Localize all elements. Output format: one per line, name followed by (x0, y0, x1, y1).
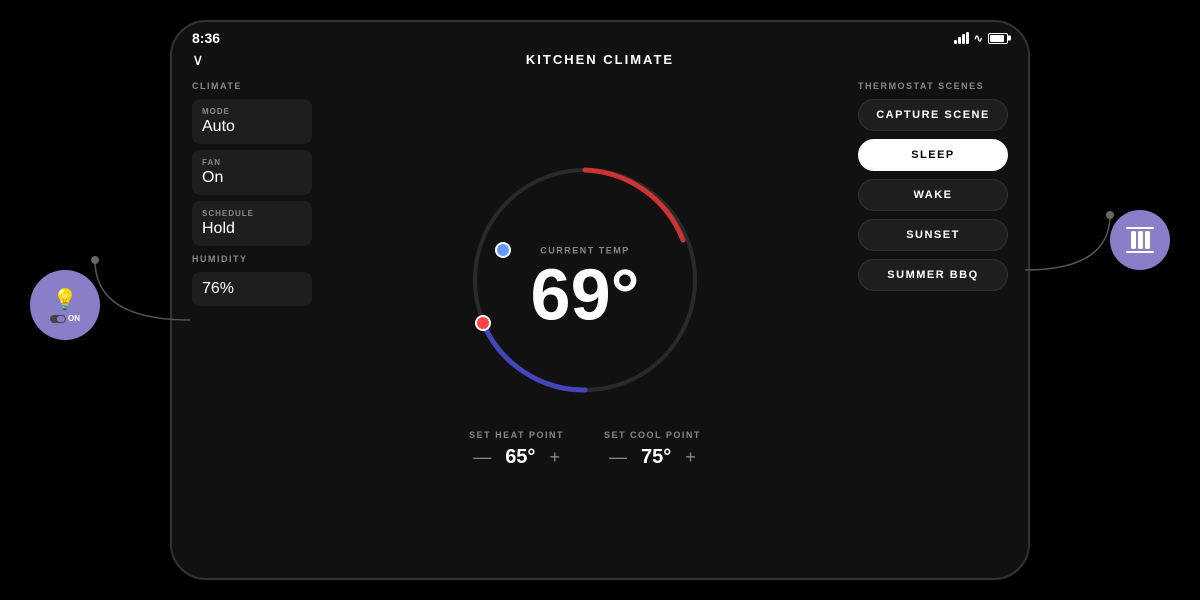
heat-increase-btn[interactable]: + (549, 447, 560, 468)
humidity-section-label: HUMIDITY (192, 254, 312, 264)
cool-decrease-btn[interactable]: — (609, 447, 627, 468)
tablet-frame: 8:36 ∿ ∨ KITCHEN CLIMATE CLIMATE (170, 20, 1030, 580)
sunset-scene-btn[interactable]: SUNSET (858, 219, 1008, 251)
heat-point: SET HEAT POINT — 65° + (469, 430, 564, 469)
cool-point: SET COOL POINT — 75° + (604, 430, 701, 469)
radiator-bubble[interactable] (1110, 210, 1170, 270)
mode-card[interactable]: MODE Auto (192, 99, 312, 144)
battery-icon (988, 33, 1008, 44)
humidity-card: 76% (192, 272, 312, 306)
fan-card[interactable]: FAN On (192, 150, 312, 195)
heat-decrease-btn[interactable]: — (473, 447, 491, 468)
sleep-scene-btn[interactable]: SLEEP (858, 139, 1008, 171)
scenes-section-label: THERMOSTAT SCENES (858, 81, 1008, 91)
cool-point-label: SET COOL POINT (604, 430, 701, 440)
humidity-value: 76% (202, 280, 302, 298)
capture-scene-btn[interactable]: CAPTURE SCENE (858, 99, 1008, 131)
heat-point-value: 65° (505, 446, 535, 469)
thermostat-area: CURRENT TEMP 69° SET HEAT POINT — 65° + (322, 81, 848, 537)
cool-point-controls: — 75° + (609, 446, 696, 469)
scenes-panel: THERMOSTAT SCENES CAPTURE SCENE SLEEP WA… (858, 81, 1008, 537)
status-icons: ∿ (954, 32, 1008, 45)
current-temp-value: 69° (531, 255, 640, 335)
signal-icon (954, 32, 969, 44)
fan-value: On (202, 169, 302, 187)
schedule-value: Hold (202, 220, 302, 238)
time-display: 8:36 (192, 30, 220, 46)
radiator-icon (1126, 227, 1154, 253)
fan-label: FAN (202, 158, 302, 167)
schedule-label: SCHEDULE (202, 209, 302, 218)
bulb-icon: 💡 (53, 287, 78, 312)
summer-bbq-scene-btn[interactable]: SUMMER BBQ (858, 259, 1008, 291)
wake-scene-btn[interactable]: WAKE (858, 179, 1008, 211)
heat-point-label: SET HEAT POINT (469, 430, 564, 440)
back-chevron[interactable]: ∨ (192, 50, 204, 70)
set-points: SET HEAT POINT — 65° + SET COOL POINT — … (469, 430, 701, 469)
climate-section-label: CLIMATE (192, 81, 312, 91)
page-title: KITCHEN CLIMATE (526, 52, 674, 67)
light-bubble[interactable]: 💡 ON (30, 270, 100, 340)
mode-value: Auto (202, 118, 302, 136)
mode-label: MODE (202, 107, 302, 116)
tablet-screen: 8:36 ∿ ∨ KITCHEN CLIMATE CLIMATE (172, 22, 1028, 578)
heat-point-controls: — 65° + (473, 446, 560, 469)
current-temp-label: CURRENT TEMP (531, 245, 640, 255)
cool-point-value: 75° (641, 446, 671, 469)
thermostat-ring[interactable]: CURRENT TEMP 69° (455, 150, 715, 410)
nav-bar: ∨ KITCHEN CLIMATE (172, 50, 1028, 71)
main-content: CLIMATE MODE Auto FAN On SCHEDULE Hold H… (172, 71, 1028, 547)
light-status: ON (68, 314, 80, 323)
wifi-icon: ∿ (974, 32, 983, 45)
cool-increase-btn[interactable]: + (685, 447, 696, 468)
climate-panel: CLIMATE MODE Auto FAN On SCHEDULE Hold H… (192, 81, 312, 537)
temp-display: CURRENT TEMP 69° (531, 245, 640, 331)
schedule-card[interactable]: SCHEDULE Hold (192, 201, 312, 246)
status-bar: 8:36 ∿ (172, 22, 1028, 50)
